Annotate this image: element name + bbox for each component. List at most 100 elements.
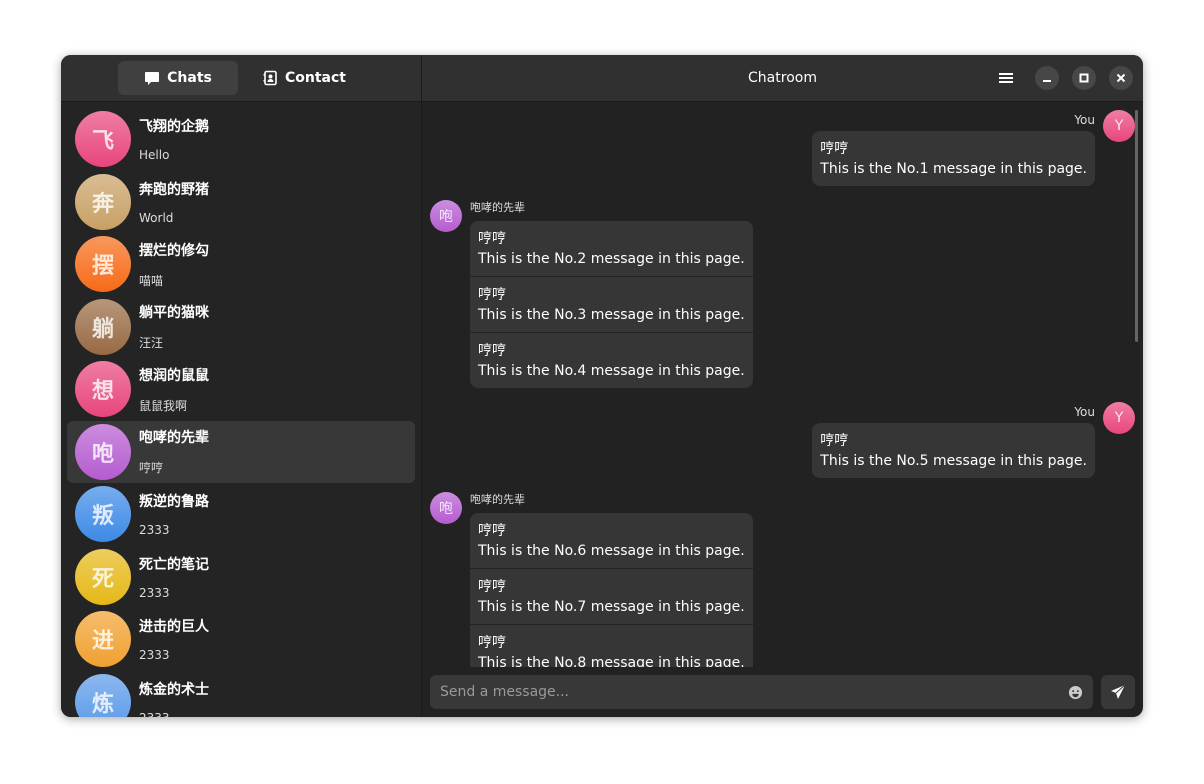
- chat-name: 咆哮的先辈: [139, 430, 209, 447]
- message-bubbles: 哼哼 This is the No.1 message in this page.: [812, 131, 1095, 186]
- sender-name: You: [1074, 113, 1095, 127]
- app-window: Chats Contact 飞飞翔的企鹅 Hello 奔奔跑的野猪 World 摆摆烂的…: [61, 55, 1143, 717]
- close-icon: [1116, 73, 1126, 83]
- message-bubble[interactable]: 哼哼 This is the No.5 message in this page.: [812, 423, 1095, 478]
- chat-list-item[interactable]: 炼炼金的术士 2333: [67, 671, 415, 717]
- chat-list-item[interactable]: 想想润的鼠鼠鼠鼠我啊: [67, 358, 415, 421]
- chat-preview: 汪汪: [139, 336, 164, 351]
- chat-name: 摆烂的修勾: [139, 242, 209, 259]
- avatar: Y: [1103, 110, 1135, 142]
- message-text: This is the No.2 message in this page.: [478, 251, 745, 267]
- chat-preview: 哼哼: [139, 461, 164, 476]
- tab-chats[interactable]: Chats: [118, 61, 238, 95]
- avatar: 奔: [75, 173, 131, 230]
- hamburger-menu-icon: [999, 73, 1013, 83]
- chat-preview: World: [139, 210, 174, 225]
- message-group: 咆咆哮的先辈 哼哼 This is the No.2 message in this…: [422, 200, 1143, 392]
- avatar: Y: [1103, 402, 1135, 434]
- avatar: 咆: [75, 423, 131, 480]
- avatar: 想: [75, 361, 131, 418]
- chat-list-item[interactable]: 奔奔跑的野猪 World: [67, 171, 415, 234]
- menu-button[interactable]: [994, 66, 1018, 90]
- chat-name: 叛逆的鲁路: [139, 494, 209, 511]
- minimize-button[interactable]: [1035, 66, 1059, 90]
- chat-list: 飞飞翔的企鹅 Hello 奔奔跑的野猪 World 摆摆烂的修勾 喵喵躺躺平的猫咪 汪汪想想…: [61, 102, 421, 717]
- message-text: This is the No.3 message in this page.: [478, 307, 745, 323]
- chat-preview: 鼠鼠我啊: [139, 398, 188, 413]
- message-group: Y You 哼哼 This is the No.1 message in this p…: [422, 110, 1143, 190]
- sender-name: 咆哮的先辈: [470, 493, 525, 506]
- tab-contact[interactable]: Contact: [244, 61, 364, 95]
- message-bubbles: 哼哼 This is the No.5 message in this page.: [812, 423, 1095, 478]
- message-text: This is the No.1 message in this page.: [820, 161, 1087, 177]
- message-bubble[interactable]: 哼哼 This is the No.7 message in this page.: [470, 568, 753, 624]
- contact-book-icon: [263, 70, 277, 86]
- message-text: This is the No.7 message in this page.: [478, 599, 745, 615]
- sender-name: You: [1074, 405, 1095, 419]
- chat-name: 躺平的猫咪: [139, 305, 209, 322]
- chat-list-item[interactable]: 死死亡的笔记 2333: [67, 546, 415, 609]
- chat-name: 飞翔的企鹅: [139, 119, 209, 136]
- maximize-button[interactable]: [1072, 66, 1096, 90]
- message-bubble[interactable]: 哼哼 This is the No.1 message in this page.: [812, 131, 1095, 186]
- chat-list-item[interactable]: 摆摆烂的修勾喵喵: [67, 233, 415, 296]
- message-placeholder: Send a message...: [440, 684, 570, 700]
- message-group: 咆咆哮的先辈哼哼 This is the No.6 message in this…: [422, 492, 1143, 667]
- message-title: 哼哼: [478, 287, 506, 303]
- chat-name: 炼金的术士: [139, 681, 209, 698]
- message-text: This is the No.8 message in this page.: [478, 655, 745, 667]
- maximize-icon: [1079, 73, 1089, 83]
- message-title: 哼哼: [820, 141, 849, 157]
- avatar: 摆: [75, 236, 131, 293]
- message-input[interactable]: Send a message...: [430, 675, 1093, 709]
- send-button[interactable]: [1101, 675, 1135, 709]
- chat-preview: 2333: [139, 711, 209, 717]
- chat-preview: 喵喵: [139, 273, 164, 288]
- message-title: 哼哼: [478, 635, 506, 651]
- chat-preview: 2333: [139, 585, 170, 600]
- chat-name: 死亡的笔记: [139, 556, 209, 573]
- chat-list-item[interactable]: 咆咆哮的先辈哼哼: [67, 420, 415, 483]
- chat-title: Chatroom: [748, 70, 817, 86]
- message-title: 哼哼: [478, 579, 506, 595]
- message-title: 哼哼: [820, 433, 849, 449]
- chat-name: 进击的巨人: [139, 619, 209, 636]
- avatar: 咆: [430, 492, 462, 524]
- message-text: This is the No.5 message in this page.: [820, 453, 1087, 469]
- avatar: 进: [75, 611, 131, 668]
- message-title: 哼哼: [478, 523, 506, 539]
- message-title: 哼哼: [478, 343, 506, 359]
- chat-name: 奔跑的野猪: [139, 181, 209, 198]
- close-button[interactable]: [1109, 66, 1133, 90]
- chat-list-item[interactable]: 叛叛逆的鲁路 2333: [67, 483, 415, 546]
- send-icon: [1111, 684, 1126, 699]
- avatar: 飞: [75, 111, 131, 168]
- tab-label: Contact: [285, 70, 346, 86]
- message-text: This is the No.6 message in this page.: [478, 543, 745, 559]
- sidebar: Chats Contact 飞飞翔的企鹅 Hello 奔奔跑的野猪 World 摆摆烂的…: [61, 55, 422, 717]
- avatar: 叛: [75, 486, 131, 543]
- chat-bubble-icon: [145, 72, 160, 85]
- chat-list-item[interactable]: 飞飞翔的企鹅 Hello: [67, 108, 415, 171]
- chat-name: 想润的鼠鼠: [139, 367, 209, 384]
- avatar: 死: [75, 548, 131, 605]
- chat-preview: 2333: [139, 523, 170, 538]
- message-bubble[interactable]: 哼哼 This is the No.3 message in this page.: [470, 276, 753, 332]
- tab-label: Chats: [167, 70, 212, 86]
- avatar: 咆: [430, 200, 462, 232]
- chat-header: Chatroom: [422, 55, 1143, 102]
- emoji-icon[interactable]: [1068, 685, 1083, 700]
- chat-list-item[interactable]: 进进击的巨人 2333: [67, 608, 415, 671]
- avatar: 炼: [75, 673, 131, 717]
- message-title: 哼哼: [478, 231, 506, 247]
- sidebar-header: Chats Contact: [61, 55, 421, 102]
- chat-list-item[interactable]: 躺躺平的猫咪 汪汪: [67, 296, 415, 359]
- chat-preview: 2333: [139, 648, 170, 663]
- message-list: Y You 哼哼 This is the No.1 message in this p…: [422, 102, 1143, 667]
- message-bubble[interactable]: 哼哼 This is the No.4 message in this page.: [470, 332, 753, 388]
- message-bubble[interactable]: 哼哼 This is the No.2 message in this page.: [470, 221, 753, 276]
- message-bubble[interactable]: 哼哼 This is the No.6 message in this page.: [470, 513, 753, 568]
- message-bubble[interactable]: 哼哼 This is the No.8 message in this page.: [470, 624, 753, 667]
- minimize-icon: [1043, 80, 1051, 82]
- message-text: This is the No.4 message in this page.: [478, 363, 745, 379]
